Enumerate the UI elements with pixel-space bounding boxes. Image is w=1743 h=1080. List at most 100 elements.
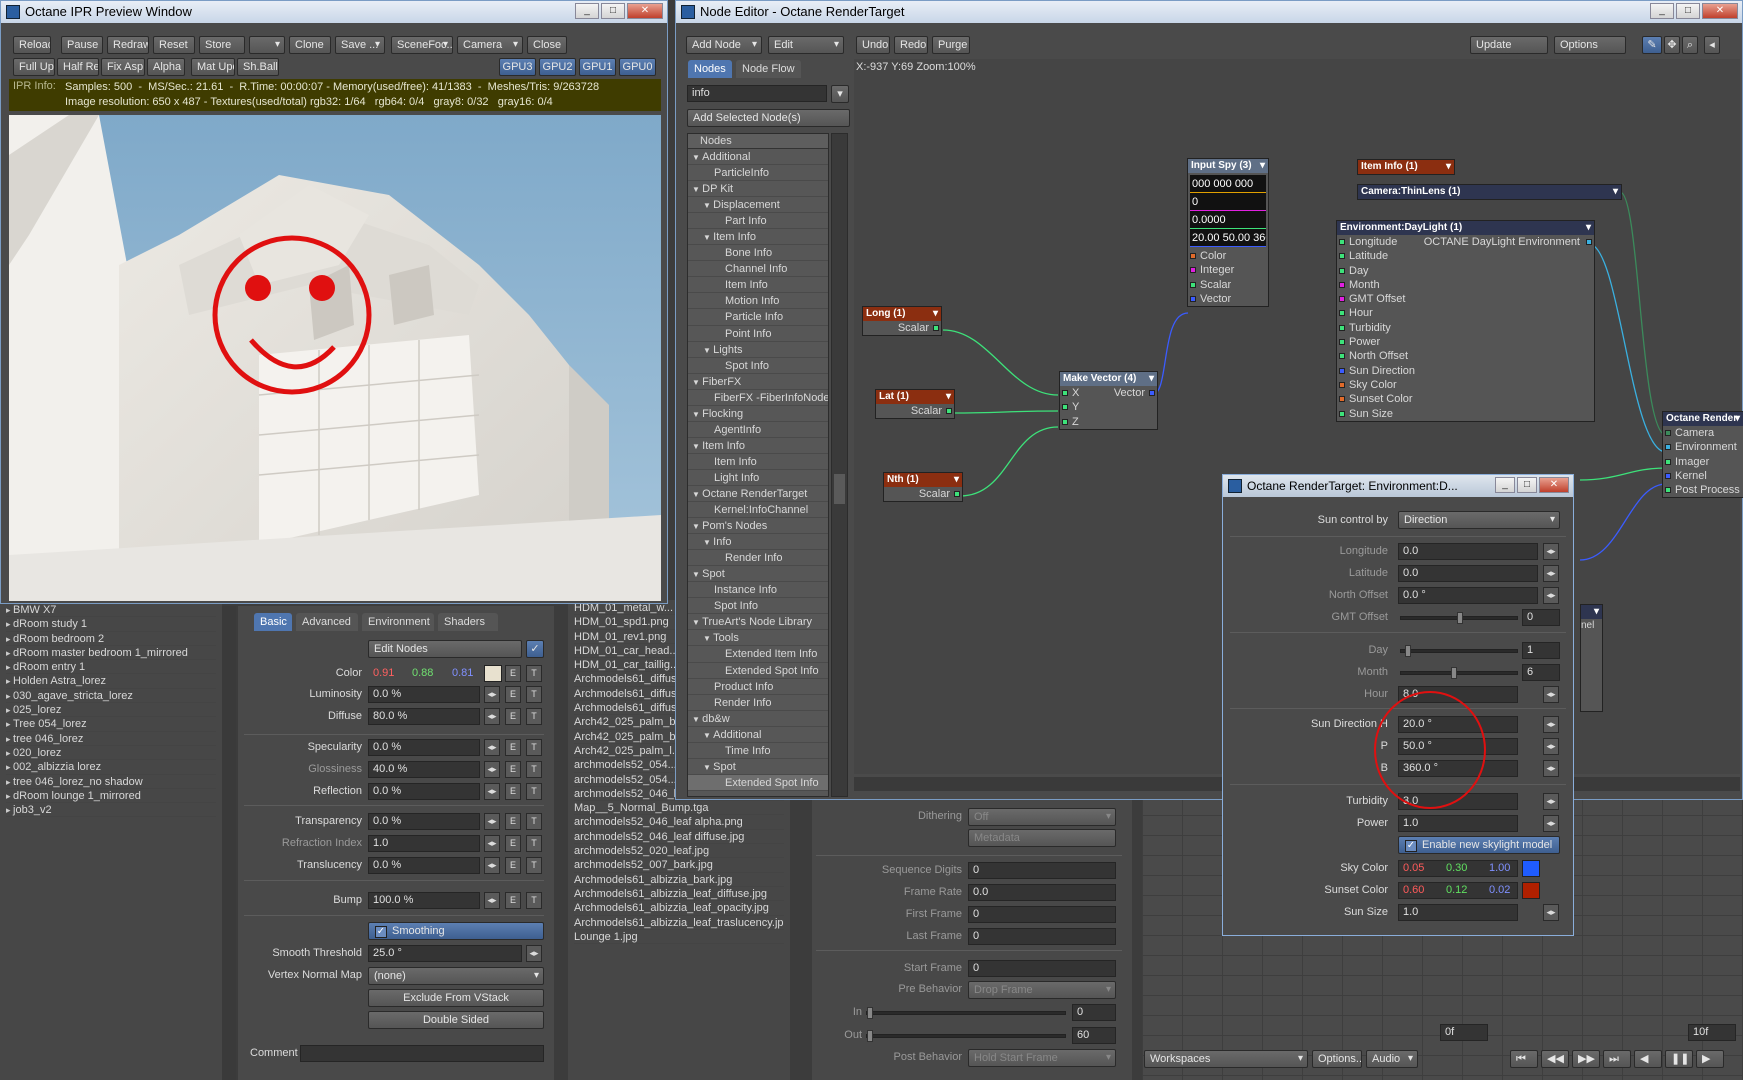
node-lat[interactable]: Lat (1) Scalar xyxy=(875,389,955,420)
gpu-toggle-gpu3[interactable]: GPU3 xyxy=(499,58,536,76)
spy-value-integer: 0 xyxy=(1190,193,1266,211)
gpu-toggle-gpu2[interactable]: GPU2 xyxy=(539,58,576,76)
annotation-eye-right xyxy=(309,275,335,301)
color-b[interactable]: 1.00 xyxy=(1489,862,1510,874)
ipr-toggle-fullupd[interactable]: Full Upd xyxy=(13,58,55,76)
slider-knob[interactable] xyxy=(1457,612,1463,624)
daylight-port: Sun Size xyxy=(1337,407,1594,421)
env-label: Longitude xyxy=(1339,545,1388,557)
ipr-toggle-fixasp[interactable]: Fix Asp. xyxy=(101,58,145,76)
env-value-field[interactable]: 1 xyxy=(1522,642,1560,659)
wire-imager xyxy=(1579,467,1667,481)
env-value-field[interactable]: 0.0 xyxy=(1398,543,1538,560)
envelope-arrows-icon[interactable]: ◂▸ xyxy=(1543,815,1559,832)
maximize-icon[interactable]: □ xyxy=(1517,477,1537,493)
ipr-btn-reset[interactable]: Reset xyxy=(153,36,195,54)
ipr-toggle-halfres[interactable]: Half Res xyxy=(57,58,99,76)
spy-value-color: 000 000 000 xyxy=(1190,175,1266,193)
node-nth[interactable]: Nth (1) Scalar xyxy=(883,472,963,503)
close-icon[interactable]: ✕ xyxy=(627,3,663,19)
env-slider[interactable] xyxy=(1400,667,1518,679)
color-r[interactable]: 0.60 xyxy=(1403,884,1424,896)
divider xyxy=(1230,536,1566,537)
node-partial-hidden[interactable]: nel xyxy=(1580,604,1603,712)
color-swatch[interactable] xyxy=(1522,860,1540,877)
ipr-btn-camera[interactable]: Camera xyxy=(457,36,523,54)
maximize-icon[interactable]: □ xyxy=(601,3,625,19)
env-slider[interactable] xyxy=(1400,645,1518,657)
annotation-eye-left xyxy=(245,275,271,301)
daylight-port: Month xyxy=(1337,278,1594,292)
gpu-toggle-gpu1[interactable]: GPU1 xyxy=(579,58,616,76)
spy-value-vector: 20.00 50.00 360 xyxy=(1190,229,1266,247)
slider-knob[interactable] xyxy=(1405,645,1411,657)
color-g[interactable]: 0.30 xyxy=(1446,862,1467,874)
slider-knob[interactable] xyxy=(1451,667,1457,679)
node-octane-render[interactable]: Octane Render CameraEnvironmentImagerKer… xyxy=(1662,411,1743,499)
node-item-info[interactable]: Item Info (1) xyxy=(1357,159,1455,175)
envelope-arrows-icon[interactable]: ◂▸ xyxy=(1543,793,1559,810)
node-daylight[interactable]: Environment:DayLight (1) LongitudeOCTANE… xyxy=(1336,220,1595,422)
color-b[interactable]: 0.02 xyxy=(1489,884,1510,896)
env-label: Month xyxy=(1357,666,1388,678)
ipr-toggle-matupd[interactable]: Mat Upd xyxy=(191,58,235,76)
node-long[interactable]: Long (1) Scalar xyxy=(862,306,942,337)
envelope-arrows-icon[interactable]: ◂▸ xyxy=(1543,543,1559,560)
new-skylight-toggle[interactable]: ✓ Enable new skylight model xyxy=(1398,836,1560,854)
envelope-arrows-icon[interactable]: ◂▸ xyxy=(1543,686,1559,703)
envelope-arrows-icon[interactable]: ◂▸ xyxy=(1543,738,1559,755)
ipr-btn-close[interactable]: Close xyxy=(527,36,567,54)
env-value-field[interactable]: 6 xyxy=(1522,664,1560,681)
env-label: Turbidity xyxy=(1346,795,1388,807)
color-swatch[interactable] xyxy=(1522,882,1540,899)
ipr-btn-scenefoc[interactable]: SceneFoc... xyxy=(391,36,453,54)
envelope-arrows-icon[interactable]: ◂▸ xyxy=(1543,716,1559,733)
daylight-port: Sky Color xyxy=(1337,378,1594,392)
minimize-icon[interactable]: _ xyxy=(1495,477,1515,493)
ipr-toggle-shball[interactable]: Sh.Ball xyxy=(237,58,279,76)
node-render-title: Octane Render xyxy=(1663,412,1743,426)
ipr-btn-redraw[interactable]: Redraw xyxy=(107,36,149,54)
ipr-info-label: IPR Info: xyxy=(13,80,56,92)
gpu-toggle-gpu0[interactable]: GPU0 xyxy=(619,58,656,76)
envelope-arrows-icon[interactable]: ◂▸ xyxy=(1543,904,1559,921)
node-nth-title: Nth (1) xyxy=(884,473,962,487)
env-value-field[interactable]: 0.0 ° xyxy=(1398,587,1538,604)
daylight-port: Sun Direction xyxy=(1337,364,1594,378)
ipr-btn-pause[interactable]: Pause xyxy=(61,36,103,54)
ipr-btn-store-slot[interactable] xyxy=(249,36,285,54)
close-icon[interactable]: ✕ xyxy=(1539,477,1569,493)
daylight-port: Longitude OCTANE DayLight Environment xyxy=(1337,235,1594,249)
sun-control-dropdown[interactable]: Direction xyxy=(1398,511,1560,529)
render-port: Imager xyxy=(1663,455,1743,469)
env-value-field[interactable]: 1.0 xyxy=(1398,904,1518,921)
node-camera[interactable]: Camera:ThinLens (1) xyxy=(1357,184,1622,200)
ipr-btn-store[interactable]: Store xyxy=(199,36,245,54)
envelope-arrows-icon[interactable]: ◂▸ xyxy=(1543,565,1559,582)
color-g[interactable]: 0.12 xyxy=(1446,884,1467,896)
ipr-toggle-alpha[interactable]: Alpha xyxy=(147,58,185,76)
render-port: Kernel xyxy=(1663,469,1743,483)
env-label: Sun Size xyxy=(1343,906,1388,918)
color-r[interactable]: 0.05 xyxy=(1403,862,1424,874)
node-make-vector[interactable]: Make Vector (4) XVector Y Z xyxy=(1059,371,1158,430)
node-camera-title: Camera:ThinLens (1) xyxy=(1358,185,1621,199)
wire-long-x xyxy=(942,329,1059,396)
divider xyxy=(1230,632,1566,633)
minimize-icon[interactable]: _ xyxy=(575,3,599,19)
env-value-field[interactable]: 0 xyxy=(1522,609,1560,626)
wire-kernel xyxy=(1579,483,1667,561)
envelope-arrows-icon[interactable]: ◂▸ xyxy=(1543,587,1559,604)
ipr-btn-clone[interactable]: Clone xyxy=(289,36,331,54)
ipr-info-line2: Image resolution: 650 x 487 - Textures(u… xyxy=(65,96,553,108)
env-label: Day xyxy=(1368,644,1388,656)
ipr-btn-save[interactable]: Save ... xyxy=(335,36,385,54)
env-label: Latitude xyxy=(1348,567,1388,579)
checkmark-icon: ✓ xyxy=(1405,840,1417,852)
ipr-btn-reload[interactable]: Reload xyxy=(13,36,51,54)
node-input-spy[interactable]: Input Spy (3) 000 000 000 0 0.0000 20.00… xyxy=(1187,158,1269,308)
env-slider[interactable] xyxy=(1400,612,1518,624)
env-value-field[interactable]: 0.0 xyxy=(1398,565,1538,582)
envelope-arrows-icon[interactable]: ◂▸ xyxy=(1543,760,1559,777)
env-label: North Offset xyxy=(1328,589,1388,601)
